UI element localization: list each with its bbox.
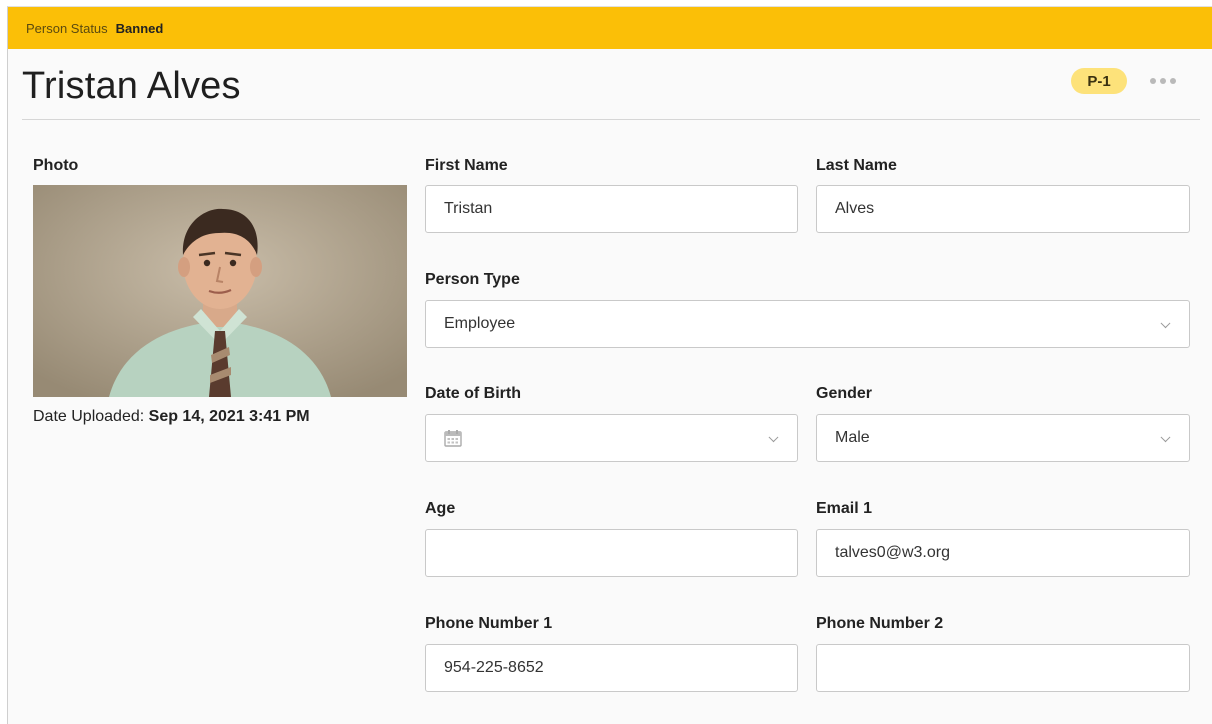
record-id-badge: P-1 — [1071, 68, 1127, 94]
first-name-field[interactable]: Tristan — [425, 185, 798, 233]
page-title: Tristan Alves — [22, 65, 241, 107]
date-uploaded-label: Date Uploaded: — [33, 408, 145, 425]
chevron-down-icon — [768, 432, 779, 443]
date-of-birth-label: Date of Birth — [425, 385, 521, 402]
record-page: Person Status Banned Tristan Alves P-1 P… — [7, 6, 1212, 724]
first-name-value: Tristan — [444, 200, 493, 217]
gender-select[interactable]: Male — [816, 414, 1190, 462]
person-photo-image — [33, 185, 407, 397]
email-1-value: talves0@w3.org — [835, 544, 950, 561]
person-photo[interactable] — [33, 185, 407, 397]
phone-number-2-field[interactable] — [816, 644, 1190, 692]
person-type-value: Employee — [444, 315, 516, 332]
ellipsis-icon — [1150, 78, 1156, 84]
phone-number-2-label: Phone Number 2 — [816, 615, 944, 632]
phone-number-1-label: Phone Number 1 — [425, 615, 553, 632]
status-value: Banned — [115, 20, 164, 36]
date-uploaded: Date Uploaded: Sep 14, 2021 3:41 PM — [33, 408, 310, 426]
gender-value: Male — [835, 429, 870, 446]
calendar-icon — [444, 429, 462, 447]
last-name-label: Last Name — [816, 157, 897, 174]
age-label: Age — [425, 500, 456, 517]
email-1-label: Email 1 — [816, 500, 873, 517]
chevron-down-icon — [1160, 432, 1171, 443]
ellipsis-icon — [1170, 78, 1176, 84]
chevron-down-icon — [1160, 318, 1171, 329]
age-field[interactable] — [425, 529, 798, 577]
status-label: Person Status — [26, 20, 108, 36]
date-uploaded-value: Sep 14, 2021 3:41 PM — [148, 408, 310, 425]
phone-number-1-value: 954-225-8652 — [444, 659, 544, 676]
last-name-value: Alves — [835, 200, 875, 217]
date-of-birth-picker[interactable] — [425, 414, 798, 462]
person-type-label: Person Type — [425, 271, 520, 288]
person-status-bar: Person Status Banned — [8, 7, 1212, 49]
first-name-label: First Name — [425, 157, 508, 174]
phone-number-1-field[interactable]: 954-225-8652 — [425, 644, 798, 692]
ellipsis-icon — [1160, 78, 1166, 84]
person-type-select[interactable]: Employee — [425, 300, 1190, 348]
header-divider — [22, 119, 1200, 120]
last-name-field[interactable]: Alves — [816, 185, 1190, 233]
email-1-field[interactable]: talves0@w3.org — [816, 529, 1190, 577]
gender-label: Gender — [816, 385, 873, 402]
more-options-button[interactable] — [1143, 69, 1183, 93]
photo-label: Photo — [33, 157, 79, 174]
